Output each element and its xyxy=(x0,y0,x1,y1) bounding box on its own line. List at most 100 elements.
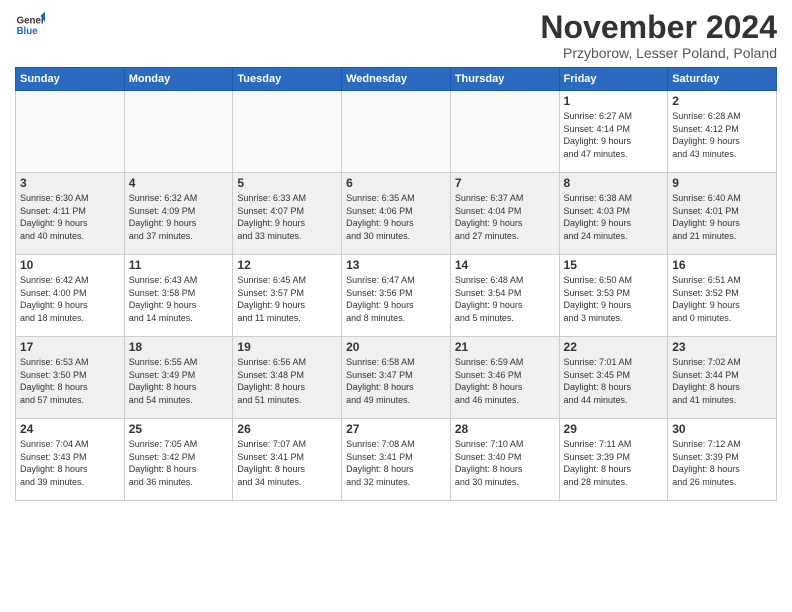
calendar-cell: 14Sunrise: 6:48 AM Sunset: 3:54 PM Dayli… xyxy=(450,255,559,337)
day-number: 22 xyxy=(564,340,664,354)
calendar-cell: 9 Sunrise: 6:40 AM Sunset: 4:01 PM Daylig… xyxy=(668,173,777,255)
calendar-cell: 19Sunrise: 6:56 AM Sunset: 3:48 PM Dayli… xyxy=(233,337,342,419)
calendar-cell: 15 Sunrise: 6:50 AM Sunset: 3:53 PM Dayli… xyxy=(559,255,668,337)
calendar-cell: 22 Sunrise: 7:01 AM Sunset: 3:45 PM Dayli… xyxy=(559,337,668,419)
day-number: 15 xyxy=(564,258,664,272)
calendar-cell: 30Sunrise: 7:12 AM Sunset: 3:39 PM Dayli… xyxy=(668,419,777,501)
calendar-cell: 13 Sunrise: 6:47 AM Sunset: 3:56 PM Dayli… xyxy=(342,255,451,337)
day-info: Sunrise: 6:40 AM Sunset: 4:01 PM Dayligh… xyxy=(672,192,772,242)
day-number: 21 xyxy=(455,340,555,354)
calendar-cell: 7 Sunrise: 6:37 AM Sunset: 4:04 PM Daylig… xyxy=(450,173,559,255)
subtitle: Przyborow, Lesser Poland, Poland xyxy=(540,45,777,61)
calendar-cell: 3 Sunrise: 6:30 AM Sunset: 4:11 PM Daylig… xyxy=(16,173,125,255)
day-number: 20 xyxy=(346,340,446,354)
calendar-week-row: 24 Sunrise: 7:04 AM Sunset: 3:43 PM Dayli… xyxy=(16,419,777,501)
calendar-cell xyxy=(342,91,451,173)
day-info: Sunrise: 7:11 AM Sunset: 3:39 PM Dayligh… xyxy=(564,438,664,488)
day-number: 25 xyxy=(129,422,229,436)
day-number: 5 xyxy=(237,176,337,190)
calendar-cell: 18Sunrise: 6:55 AM Sunset: 3:49 PM Dayli… xyxy=(124,337,233,419)
day-info: Sunrise: 6:28 AM Sunset: 4:12 PM Dayligh… xyxy=(672,110,772,160)
header: General Blue November 2024 Przyborow, Le… xyxy=(15,10,777,61)
day-number: 9 xyxy=(672,176,772,190)
day-info: Sunrise: 6:33 AM Sunset: 4:07 PM Dayligh… xyxy=(237,192,337,242)
logo: General Blue xyxy=(15,10,45,40)
day-number: 16 xyxy=(672,258,772,272)
calendar-cell: 25 Sunrise: 7:05 AM Sunset: 3:42 PM Dayli… xyxy=(124,419,233,501)
weekday-header: Wednesday xyxy=(342,68,451,91)
day-number: 14 xyxy=(455,258,555,272)
calendar: SundayMondayTuesdayWednesdayThursdayFrid… xyxy=(15,67,777,501)
day-info: Sunrise: 6:51 AM Sunset: 3:52 PM Dayligh… xyxy=(672,274,772,324)
calendar-cell: 12 Sunrise: 6:45 AM Sunset: 3:57 PM Dayli… xyxy=(233,255,342,337)
calendar-cell: 16 Sunrise: 6:51 AM Sunset: 3:52 PM Dayli… xyxy=(668,255,777,337)
day-number: 7 xyxy=(455,176,555,190)
calendar-cell: 17 Sunrise: 6:53 AM Sunset: 3:50 PM Dayli… xyxy=(16,337,125,419)
day-info: Sunrise: 6:59 AM Sunset: 3:46 PM Dayligh… xyxy=(455,356,555,406)
calendar-cell: 23Sunrise: 7:02 AM Sunset: 3:44 PM Dayli… xyxy=(668,337,777,419)
calendar-cell: 6Sunrise: 6:35 AM Sunset: 4:06 PM Daylig… xyxy=(342,173,451,255)
calendar-cell: 11Sunrise: 6:43 AM Sunset: 3:58 PM Dayli… xyxy=(124,255,233,337)
day-number: 19 xyxy=(237,340,337,354)
day-info: Sunrise: 6:42 AM Sunset: 4:00 PM Dayligh… xyxy=(20,274,120,324)
weekday-header: Sunday xyxy=(16,68,125,91)
day-info: Sunrise: 6:30 AM Sunset: 4:11 PM Dayligh… xyxy=(20,192,120,242)
day-info: Sunrise: 6:58 AM Sunset: 3:47 PM Dayligh… xyxy=(346,356,446,406)
day-number: 2 xyxy=(672,94,772,108)
calendar-week-row: 1 Sunrise: 6:27 AM Sunset: 4:14 PM Daylig… xyxy=(16,91,777,173)
day-info: Sunrise: 7:07 AM Sunset: 3:41 PM Dayligh… xyxy=(237,438,337,488)
day-number: 1 xyxy=(564,94,664,108)
calendar-cell: 2 Sunrise: 6:28 AM Sunset: 4:12 PM Daylig… xyxy=(668,91,777,173)
weekday-header: Tuesday xyxy=(233,68,342,91)
logo-icon: General Blue xyxy=(15,10,45,40)
day-number: 10 xyxy=(20,258,120,272)
calendar-week-row: 17 Sunrise: 6:53 AM Sunset: 3:50 PM Dayli… xyxy=(16,337,777,419)
calendar-cell: 28Sunrise: 7:10 AM Sunset: 3:40 PM Dayli… xyxy=(450,419,559,501)
day-info: Sunrise: 6:27 AM Sunset: 4:14 PM Dayligh… xyxy=(564,110,664,160)
calendar-cell: 8 Sunrise: 6:38 AM Sunset: 4:03 PM Daylig… xyxy=(559,173,668,255)
day-number: 8 xyxy=(564,176,664,190)
day-info: Sunrise: 6:38 AM Sunset: 4:03 PM Dayligh… xyxy=(564,192,664,242)
day-number: 13 xyxy=(346,258,446,272)
day-info: Sunrise: 6:37 AM Sunset: 4:04 PM Dayligh… xyxy=(455,192,555,242)
day-number: 17 xyxy=(20,340,120,354)
calendar-cell: 5 Sunrise: 6:33 AM Sunset: 4:07 PM Daylig… xyxy=(233,173,342,255)
day-info: Sunrise: 6:50 AM Sunset: 3:53 PM Dayligh… xyxy=(564,274,664,324)
day-number: 23 xyxy=(672,340,772,354)
day-info: Sunrise: 6:32 AM Sunset: 4:09 PM Dayligh… xyxy=(129,192,229,242)
calendar-cell: 20 Sunrise: 6:58 AM Sunset: 3:47 PM Dayli… xyxy=(342,337,451,419)
weekday-header: Friday xyxy=(559,68,668,91)
calendar-cell: 29 Sunrise: 7:11 AM Sunset: 3:39 PM Dayli… xyxy=(559,419,668,501)
svg-text:General: General xyxy=(17,16,46,27)
page: General Blue November 2024 Przyborow, Le… xyxy=(0,0,792,612)
day-info: Sunrise: 6:47 AM Sunset: 3:56 PM Dayligh… xyxy=(346,274,446,324)
day-number: 24 xyxy=(20,422,120,436)
svg-text:Blue: Blue xyxy=(17,26,39,37)
calendar-week-row: 3 Sunrise: 6:30 AM Sunset: 4:11 PM Daylig… xyxy=(16,173,777,255)
calendar-cell: 10 Sunrise: 6:42 AM Sunset: 4:00 PM Dayli… xyxy=(16,255,125,337)
weekday-header: Thursday xyxy=(450,68,559,91)
day-number: 12 xyxy=(237,258,337,272)
month-title: November 2024 xyxy=(540,10,777,45)
day-info: Sunrise: 7:08 AM Sunset: 3:41 PM Dayligh… xyxy=(346,438,446,488)
day-number: 3 xyxy=(20,176,120,190)
calendar-week-row: 10 Sunrise: 6:42 AM Sunset: 4:00 PM Dayli… xyxy=(16,255,777,337)
calendar-cell: 1 Sunrise: 6:27 AM Sunset: 4:14 PM Daylig… xyxy=(559,91,668,173)
day-number: 4 xyxy=(129,176,229,190)
day-info: Sunrise: 6:55 AM Sunset: 3:49 PM Dayligh… xyxy=(129,356,229,406)
day-info: Sunrise: 6:35 AM Sunset: 4:06 PM Dayligh… xyxy=(346,192,446,242)
day-info: Sunrise: 7:04 AM Sunset: 3:43 PM Dayligh… xyxy=(20,438,120,488)
day-info: Sunrise: 7:10 AM Sunset: 3:40 PM Dayligh… xyxy=(455,438,555,488)
calendar-cell: 26Sunrise: 7:07 AM Sunset: 3:41 PM Dayli… xyxy=(233,419,342,501)
day-info: Sunrise: 6:45 AM Sunset: 3:57 PM Dayligh… xyxy=(237,274,337,324)
calendar-cell: 27Sunrise: 7:08 AM Sunset: 3:41 PM Dayli… xyxy=(342,419,451,501)
day-info: Sunrise: 6:53 AM Sunset: 3:50 PM Dayligh… xyxy=(20,356,120,406)
calendar-cell: 24 Sunrise: 7:04 AM Sunset: 3:43 PM Dayli… xyxy=(16,419,125,501)
day-number: 29 xyxy=(564,422,664,436)
weekday-header: Saturday xyxy=(668,68,777,91)
day-info: Sunrise: 7:05 AM Sunset: 3:42 PM Dayligh… xyxy=(129,438,229,488)
calendar-cell xyxy=(450,91,559,173)
day-info: Sunrise: 6:43 AM Sunset: 3:58 PM Dayligh… xyxy=(129,274,229,324)
day-info: Sunrise: 7:12 AM Sunset: 3:39 PM Dayligh… xyxy=(672,438,772,488)
day-info: Sunrise: 7:01 AM Sunset: 3:45 PM Dayligh… xyxy=(564,356,664,406)
